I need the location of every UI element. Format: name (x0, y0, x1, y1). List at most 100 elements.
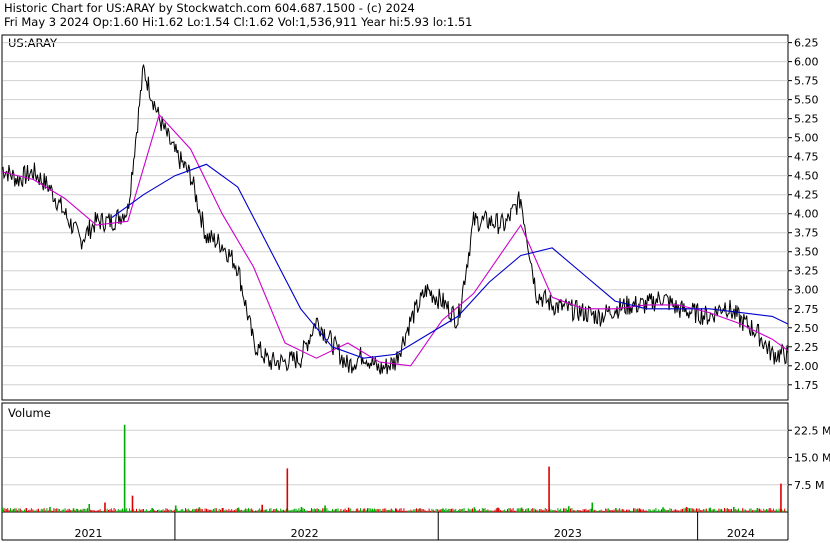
volume-bar-minor (382, 508, 384, 512)
volume-bar-minor (456, 510, 458, 512)
volume-bar-minor (749, 508, 751, 512)
volume-bar-minor (15, 508, 17, 512)
volume-bar-minor (253, 510, 255, 512)
volume-bar-minor (344, 508, 346, 512)
volume-bar-minor (334, 508, 336, 512)
volume-bar-minor (460, 509, 462, 512)
volume-bar-minor (365, 509, 367, 512)
volume-bar-minor (620, 509, 622, 512)
volume-bar-minor (101, 510, 102, 512)
volume-bar-minor (628, 509, 630, 512)
volume-bar-minor (98, 510, 100, 512)
volume-bar-minor (742, 508, 744, 512)
volume-bar (104, 502, 106, 512)
volume-bar-minor (437, 509, 438, 512)
volume-bar-minor (738, 508, 739, 512)
volume-bar-minor (467, 508, 469, 512)
volume-bar-minor (306, 510, 308, 512)
volume-bar-minor (390, 508, 392, 512)
volume-bar-minor (201, 509, 203, 512)
volume-bar-minor (483, 508, 485, 512)
volume-bar-minor (206, 508, 207, 512)
volume-bar (548, 466, 550, 512)
volume-bar-minor (295, 508, 297, 512)
volume-bar-minor (656, 510, 658, 512)
volume-bar-minor (203, 510, 205, 512)
volume-bar-minor (771, 509, 773, 512)
volume-bar-minor (322, 508, 324, 512)
volume-bar-minor (504, 509, 506, 512)
volume-bar-minor (759, 508, 760, 512)
volume-bar-minor (357, 508, 359, 512)
price-tick-label: 3.50 (794, 246, 819, 259)
volume-bar-minor (186, 509, 188, 512)
volume-bar-minor (22, 510, 24, 512)
volume-bar-minor (724, 508, 725, 512)
volume-bar-minor (743, 509, 745, 512)
volume-bar-minor (234, 510, 235, 512)
volume-bar-minor (108, 509, 109, 512)
price-tick-label: 2.00 (794, 360, 819, 373)
volume-bar-minor (557, 508, 559, 512)
volume-bar-minor (330, 510, 332, 512)
volume-bar-minor (120, 509, 122, 512)
volume-bar-minor (411, 510, 413, 512)
volume-bar-minor (570, 508, 571, 512)
volume-bar-minor (465, 510, 466, 512)
volume-bar-minor (722, 510, 724, 512)
volume-bar-minor (434, 510, 436, 512)
volume-bar-minor (455, 508, 457, 512)
volume-bar-minor (315, 509, 317, 512)
volume-bar-minor (42, 509, 44, 512)
volume-bar-minor (603, 510, 605, 512)
volume-bar-minor (595, 510, 597, 512)
volume-bar-minor (80, 509, 81, 512)
volume-bar-minor (721, 508, 723, 512)
volume-bar-minor (259, 508, 261, 512)
volume-bar-minor (362, 508, 364, 512)
volume-bar-minor (278, 510, 280, 512)
volume-bar-minor (162, 509, 164, 512)
volume-bar (25, 508, 28, 512)
volume-bar-minor (53, 508, 55, 512)
volume-bar-minor (341, 510, 343, 512)
volume-bar-minor (696, 508, 697, 512)
volume-bar-minor (469, 509, 471, 512)
volume-bar-minor (284, 510, 286, 512)
volume-bar-minor (84, 508, 86, 512)
volume-bar-minor (109, 509, 111, 512)
volume-bar-minor (193, 508, 195, 512)
volume-bar-minor (378, 509, 380, 512)
volume-bar-minor (714, 508, 716, 512)
volume-bar-minor (589, 508, 591, 512)
volume-bar-minor (33, 510, 35, 512)
volume-bar-minor (621, 508, 623, 512)
volume-bar-minor (180, 509, 182, 512)
volume-bar-minor (350, 508, 352, 512)
volume-bar-minor (336, 508, 338, 512)
volume-bar-minor (235, 509, 237, 512)
volume-bar-minor (775, 509, 777, 512)
volume-bar-minor (707, 510, 709, 512)
volume-bar-minor (91, 510, 93, 512)
volume-bar-minor (649, 509, 651, 512)
volume-bar-minor (143, 509, 144, 512)
volume-bar-minor (383, 508, 385, 512)
volume-bar-minor (731, 508, 732, 512)
price-tick-label: 2.75 (794, 303, 819, 316)
volume-bar-minor (144, 510, 146, 512)
volume-bar-minor (712, 509, 714, 512)
volume-bar-minor (514, 510, 515, 512)
volume-bar-minor (267, 510, 269, 512)
volume-bar-minor (458, 510, 459, 512)
volume-bar-minor (270, 508, 272, 512)
volume-bar-minor (213, 508, 214, 512)
volume-bar-minor (43, 508, 45, 512)
volume-bar-minor (502, 510, 504, 512)
volume-bar-minor (36, 509, 38, 512)
volume-bar-minor (725, 508, 727, 512)
volume-bar (732, 506, 735, 512)
volume-bar-minor (448, 508, 450, 512)
volume-bar (497, 507, 499, 512)
volume-bar-minor (773, 508, 774, 512)
